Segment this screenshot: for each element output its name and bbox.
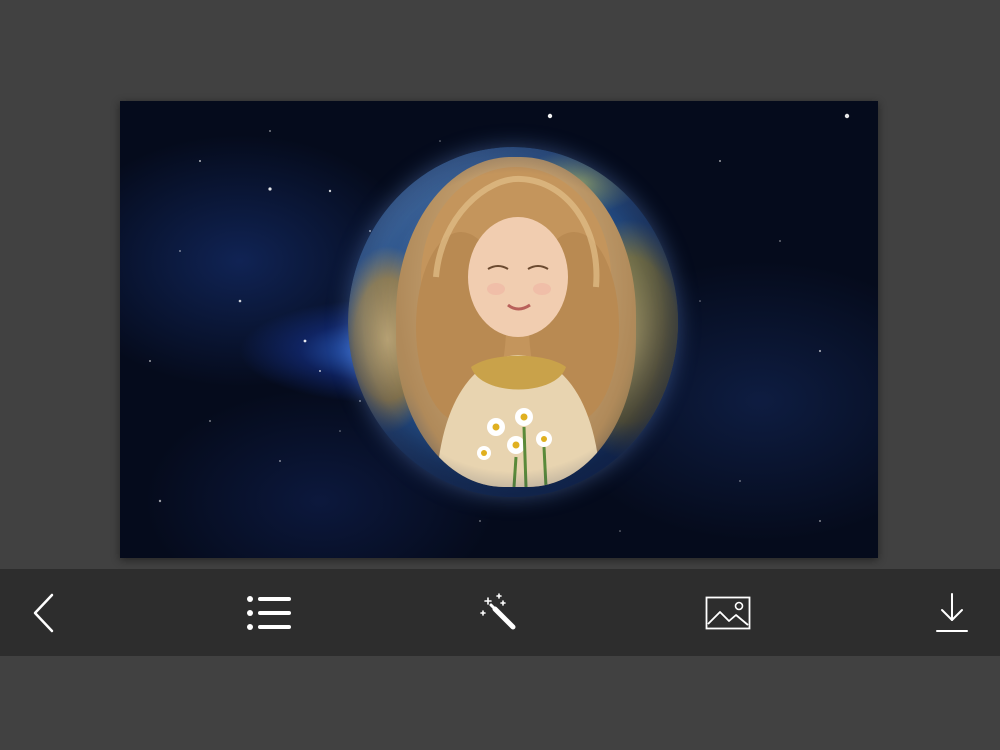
chevron-left-icon [33, 593, 54, 632]
photo-frame-app: chevron-left-icon list-icon magic-wand-i… [0, 0, 1000, 750]
list-icon [247, 595, 291, 630]
image-icon [705, 596, 751, 629]
effects-button[interactable]: magic-wand-icon [459, 569, 539, 656]
download-icon [936, 592, 968, 632]
portrait-photo [396, 157, 636, 487]
bottom-toolbar: chevron-left-icon list-icon magic-wand-i… [0, 569, 1000, 656]
magic-wand-icon [480, 592, 516, 629]
frames-list-button[interactable]: list-icon [230, 569, 310, 656]
earth-globe [348, 147, 678, 497]
download-button[interactable]: download-icon [912, 569, 992, 656]
gallery-button[interactable]: image-icon [688, 569, 768, 656]
back-button[interactable]: chevron-left-icon [4, 569, 84, 656]
photo-canvas[interactable] [120, 101, 878, 558]
